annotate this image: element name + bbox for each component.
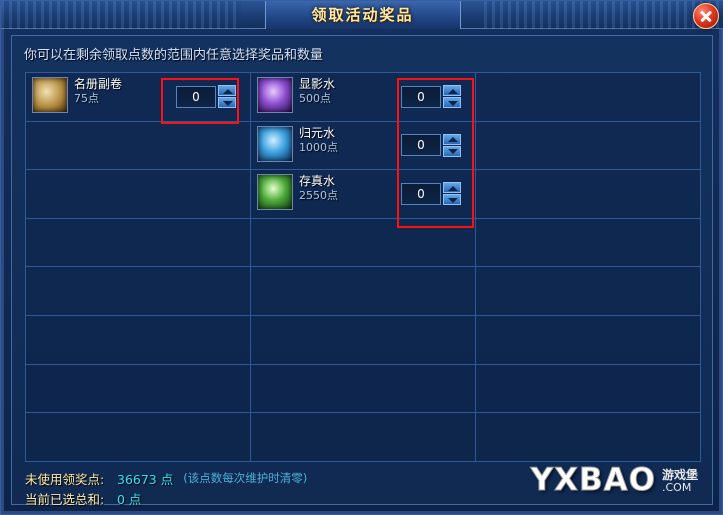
stepper-arrows bbox=[443, 85, 461, 108]
quantity-stepper[interactable]: 0 bbox=[176, 85, 236, 108]
grid-cell bbox=[26, 218, 251, 267]
grid-cell bbox=[476, 122, 700, 170]
hint-text: 你可以在剩余领取点数的范围内任意选择奖品和数量 bbox=[24, 48, 324, 63]
game-dialog-window: 领取活动奖品 你可以在剩余领取点数的范围内任意选择奖品和数量 名册副卷 75点 … bbox=[0, 0, 723, 515]
table-row: 归元水 1000点 0 bbox=[26, 121, 700, 171]
grid-cell bbox=[251, 413, 476, 462]
watermark-sub-bottom: .COM bbox=[661, 480, 692, 494]
list-item: 名册副卷 75点 bbox=[32, 77, 122, 113]
item-cost: 1000点 bbox=[299, 140, 338, 154]
quantity-stepper[interactable]: 0 bbox=[401, 133, 461, 157]
stepper-up-icon[interactable] bbox=[443, 182, 461, 194]
grid-cell bbox=[476, 73, 700, 121]
grid-cell bbox=[476, 316, 700, 364]
table-row bbox=[26, 413, 700, 462]
quantity-input[interactable]: 0 bbox=[401, 85, 441, 108]
grid-cell bbox=[251, 364, 476, 413]
item-name: 归元水 bbox=[299, 125, 336, 140]
stepper-down-icon[interactable] bbox=[443, 97, 461, 108]
reward-grid: 名册副卷 75点 0 显影水 500点 0 归元水 1000点 0 存真水 25… bbox=[25, 72, 701, 462]
quantity-input[interactable]: 0 bbox=[176, 85, 216, 108]
unused-points-note: (该点数每次维护时清零) bbox=[183, 471, 308, 485]
item-name: 名册副卷 bbox=[74, 77, 123, 91]
item-cost: 75点 bbox=[74, 92, 99, 105]
title-decoration-left bbox=[1, 1, 241, 29]
quantity-stepper[interactable]: 0 bbox=[401, 182, 461, 206]
quantity-stepper[interactable]: 0 bbox=[401, 85, 461, 108]
stepper-arrows bbox=[443, 133, 461, 157]
item-name: 显影水 bbox=[299, 77, 336, 91]
stepper-up-icon[interactable] bbox=[218, 85, 236, 96]
unused-points-label: 未使用领奖点: bbox=[25, 471, 105, 487]
stepper-down-icon[interactable] bbox=[443, 145, 461, 157]
grid-cell: 名册副卷 75点 0 bbox=[26, 73, 251, 121]
list-item: 归元水 1000点 bbox=[257, 125, 338, 162]
grid-cell bbox=[26, 267, 251, 315]
close-icon[interactable] bbox=[693, 3, 719, 29]
potion-blue-icon bbox=[257, 125, 293, 162]
book-icon bbox=[32, 77, 68, 113]
grid-cell bbox=[26, 315, 251, 364]
watermark-logo: YXBAO bbox=[530, 462, 656, 498]
item-name: 存真水 bbox=[299, 174, 336, 189]
table-row bbox=[26, 315, 700, 365]
title-decoration-right bbox=[484, 1, 723, 29]
grid-cell: 显影水 500点 0 bbox=[251, 73, 476, 121]
item-cost: 500点 bbox=[299, 92, 331, 105]
grid-cell bbox=[251, 218, 476, 267]
quantity-input[interactable]: 0 bbox=[401, 182, 441, 205]
table-row: 名册副卷 75点 0 显影水 500点 0 bbox=[26, 73, 700, 122]
stepper-up-icon[interactable] bbox=[443, 85, 461, 96]
grid-cell bbox=[476, 170, 700, 218]
stepper-down-icon[interactable] bbox=[218, 97, 236, 108]
grid-cell bbox=[251, 267, 476, 315]
stepper-down-icon[interactable] bbox=[443, 194, 461, 206]
grid-cell bbox=[476, 267, 700, 315]
potion-purple-icon bbox=[257, 77, 293, 113]
table-row bbox=[26, 364, 700, 414]
quantity-input[interactable]: 0 bbox=[401, 134, 441, 157]
unused-points-value: 36673 点 bbox=[117, 471, 174, 487]
stepper-up-icon[interactable] bbox=[443, 133, 461, 145]
selected-total-value: 0 点 bbox=[117, 491, 142, 507]
list-item: 显影水 500点 bbox=[257, 77, 335, 113]
table-row bbox=[26, 267, 700, 316]
grid-cell: 存真水 2550点 0 bbox=[251, 170, 476, 218]
grid-cell bbox=[26, 364, 251, 413]
table-row: 存真水 2550点 0 bbox=[26, 170, 700, 219]
stepper-arrows bbox=[443, 182, 461, 206]
table-row bbox=[26, 218, 700, 268]
dialog-body: 你可以在剩余领取点数的范围内任意选择奖品和数量 名册副卷 75点 0 显影水 5… bbox=[11, 35, 713, 507]
window-title: 领取活动奖品 bbox=[264, 1, 461, 29]
selected-total-label: 当前已选总和: bbox=[25, 491, 105, 507]
title-bar: 领取活动奖品 bbox=[1, 1, 723, 29]
potion-green-icon bbox=[257, 174, 293, 211]
grid-cell: 归元水 1000点 0 bbox=[251, 121, 476, 170]
grid-cell bbox=[26, 121, 251, 170]
grid-cell bbox=[476, 219, 700, 267]
watermark: YXBAO 游戏堡 .COM bbox=[530, 462, 698, 498]
grid-cell bbox=[476, 413, 700, 462]
grid-cell bbox=[26, 413, 251, 462]
grid-cell bbox=[476, 365, 700, 413]
list-item: 存真水 2550点 bbox=[257, 174, 338, 211]
stepper-arrows bbox=[218, 85, 236, 108]
grid-cell bbox=[26, 170, 251, 218]
grid-cell bbox=[251, 315, 476, 364]
item-cost: 2550点 bbox=[299, 189, 338, 203]
